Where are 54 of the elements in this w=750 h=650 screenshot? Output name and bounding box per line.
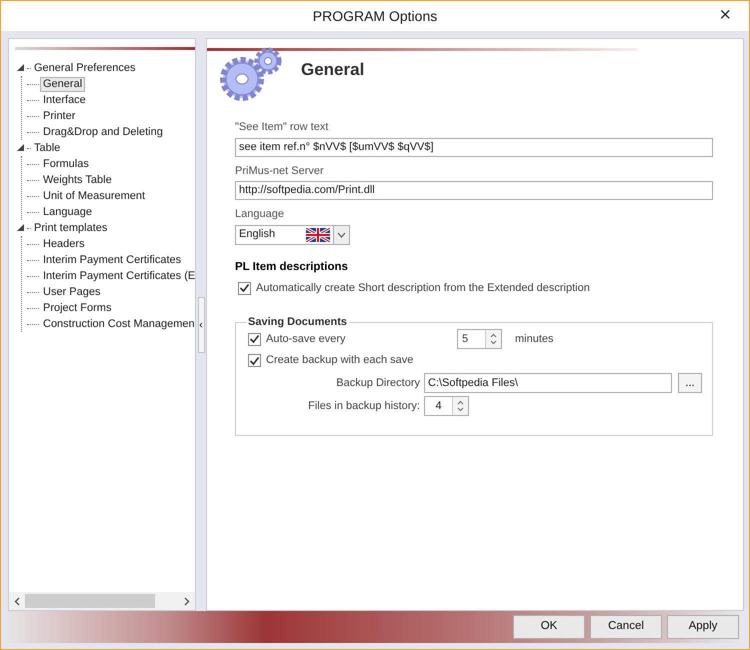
number-spinner[interactable]: 5 — [457, 329, 502, 350]
tree-item[interactable]: User Pages — [40, 284, 104, 300]
close-button[interactable]: × — [715, 4, 735, 26]
dialog-button[interactable]: Cancel — [590, 615, 662, 639]
text-field[interactable]: C:\Softpedia Files\ — [424, 372, 672, 393]
checkbox-label: Create backup with each save — [266, 353, 414, 368]
browse-button[interactable]: ... — [678, 372, 702, 393]
spin-arrows-icon[interactable] — [490, 333, 497, 346]
dialog-button[interactable]: Apply — [667, 615, 739, 639]
checkbox[interactable] — [238, 282, 251, 294]
checkbox-label: Automatically create Short description from the Extended description — [256, 280, 590, 296]
collapse-button[interactable]: ‹ — [198, 296, 204, 352]
tree-item[interactable]: Table — [31, 140, 64, 156]
tree-item[interactable]: Formulas — [40, 156, 92, 172]
tree-item[interactable]: General — [40, 76, 86, 92]
tree-item[interactable]: General Preferences — [31, 60, 138, 76]
collapse-toggle-icon[interactable] — [17, 142, 27, 154]
tree-item[interactable]: Interim Payment Certificates (E — [40, 268, 195, 284]
field-label: PriMus-net Server — [235, 164, 325, 178]
window-title: PROGRAM Options — [312, 6, 438, 26]
scroll-thumb[interactable] — [25, 594, 155, 608]
tree-item[interactable]: Drag&Drop and Deleting — [40, 124, 166, 140]
tree-item[interactable]: Print templates — [31, 220, 110, 236]
checkbox[interactable] — [248, 332, 261, 346]
collapse-toggle-icon[interactable] — [17, 222, 27, 234]
language-dropdown[interactable]: English — [235, 224, 350, 244]
unit-label: minutes — [515, 332, 554, 347]
tree-item[interactable]: Headers — [40, 236, 88, 252]
field-label: Files in backup history: — [307, 398, 421, 414]
flag-icon — [306, 228, 330, 242]
tree-item[interactable]: Language — [40, 204, 95, 220]
horizontal-scrollbar[interactable] — [9, 592, 195, 610]
section-title: PL Item descriptions — [235, 260, 349, 274]
chevron-right-icon — [184, 597, 190, 606]
text-field[interactable]: see item ref.n° $nVV$ [$umVV$ $qVV$] — [235, 138, 713, 156]
tree-item[interactable]: Interim Payment Certificates — [40, 252, 184, 268]
field-label: Backup Directory — [335, 376, 421, 390]
checkbox-label: Auto-save every — [266, 332, 346, 347]
spin-arrows-icon[interactable] — [457, 400, 464, 412]
tree-item[interactable]: Interface — [40, 92, 89, 108]
checkbox[interactable] — [248, 354, 261, 367]
field-label: "See Item" row text — [235, 120, 330, 135]
number-spinner[interactable]: 4 — [424, 396, 469, 416]
field-label: Language — [235, 207, 285, 222]
tree-item[interactable]: Unit of Measurement — [40, 188, 148, 204]
page-title: General — [301, 59, 364, 82]
tree-item[interactable]: Project Forms — [40, 300, 114, 316]
tree-item[interactable]: Weights Table — [40, 172, 115, 188]
collapse-toggle-icon[interactable] — [17, 62, 27, 74]
text-field[interactable]: http://softpedia.com/Print.dll — [235, 181, 713, 200]
tree-item[interactable]: Printer — [40, 108, 78, 124]
tree-item[interactable]: Construction Cost Managemen — [40, 316, 195, 332]
dialog-button[interactable]: OK — [513, 615, 585, 639]
chevron-left-icon — [14, 597, 20, 606]
